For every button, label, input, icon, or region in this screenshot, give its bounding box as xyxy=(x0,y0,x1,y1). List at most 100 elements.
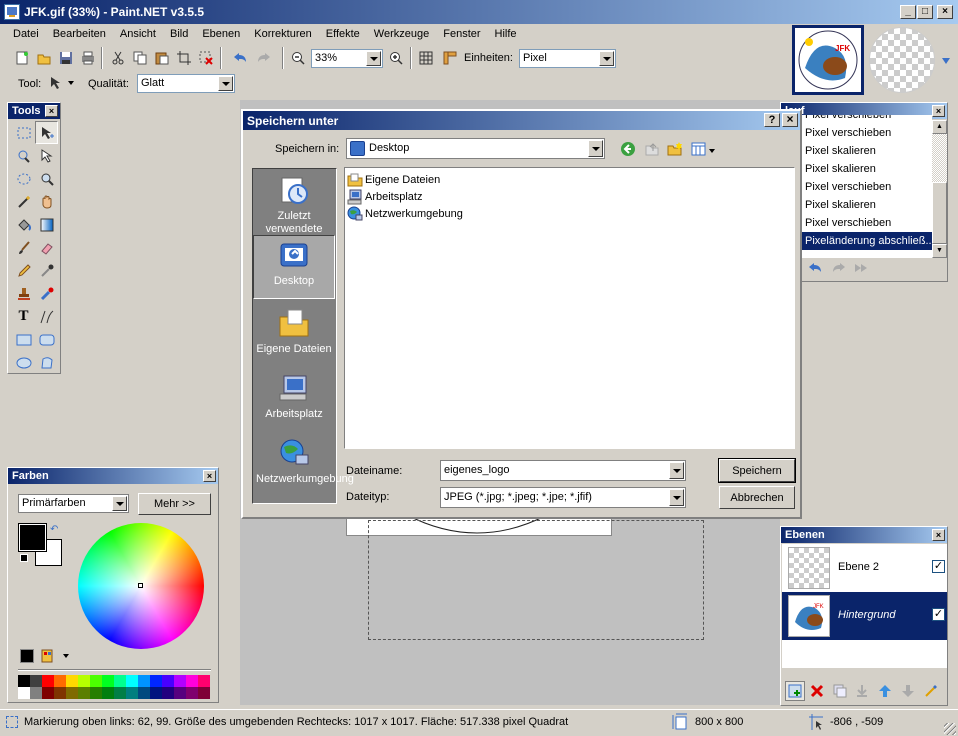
palette-swatch[interactable] xyxy=(186,675,198,687)
palette-swatch[interactable] xyxy=(90,687,102,699)
paint-bucket-tool-icon[interactable] xyxy=(12,213,35,236)
palette-swatch[interactable] xyxy=(138,675,150,687)
layer-row-ebene-2[interactable]: Ebene 2 ✓ xyxy=(782,544,947,592)
redo-icon[interactable] xyxy=(256,50,272,66)
palette-dropdown-icon[interactable] xyxy=(63,654,69,658)
back-icon[interactable] xyxy=(620,141,636,157)
open-file-icon[interactable] xyxy=(36,50,52,66)
history-item[interactable]: Pixel verschieben xyxy=(802,124,932,142)
layer-visibility-checkbox[interactable]: ✓ xyxy=(932,560,945,573)
color-mode-select[interactable]: Primärfarben xyxy=(18,494,129,513)
palette-swatch[interactable] xyxy=(18,687,30,699)
palette-swatch[interactable] xyxy=(198,687,210,699)
menu-hilfe[interactable]: Hilfe xyxy=(488,28,524,44)
palette-swatch[interactable] xyxy=(42,687,54,699)
rectangle-tool-icon[interactable] xyxy=(12,328,35,351)
palette-swatch[interactable] xyxy=(42,675,54,687)
eraser-tool-icon[interactable] xyxy=(35,236,58,259)
history-list[interactable]: Pixel verschieben Pixel verschieben Pixe… xyxy=(802,115,932,258)
palette-swatch[interactable] xyxy=(174,675,186,687)
history-item[interactable]: Pixel verschieben xyxy=(802,178,932,196)
menu-korrekturen[interactable]: Korrekturen xyxy=(247,28,318,44)
palette-swatch[interactable] xyxy=(162,675,174,687)
freeform-shape-tool-icon[interactable] xyxy=(35,351,58,374)
move-layer-down-icon[interactable] xyxy=(900,683,916,699)
palette-swatch[interactable] xyxy=(90,675,102,687)
tools-panel-close-button[interactable]: × xyxy=(45,105,58,117)
history-item[interactable]: Pixel skalieren xyxy=(802,160,932,178)
palette-swatch[interactable] xyxy=(18,675,30,687)
menu-ebenen[interactable]: Ebenen xyxy=(195,28,247,44)
palette-swatch[interactable] xyxy=(78,687,90,699)
move-layer-up-icon[interactable] xyxy=(877,683,893,699)
paintbrush-tool-icon[interactable] xyxy=(12,236,35,259)
add-color-icon[interactable] xyxy=(20,649,34,663)
move-tool-icon[interactable] xyxy=(48,75,64,91)
image-thumbnail-active[interactable]: JFK xyxy=(792,25,864,95)
history-panel-close-button[interactable]: × xyxy=(932,105,945,117)
palette-swatch[interactable] xyxy=(150,687,162,699)
palette-swatch[interactable] xyxy=(30,687,42,699)
recolor-tool-icon[interactable] xyxy=(35,282,58,305)
palette-swatch[interactable] xyxy=(186,687,198,699)
layer-row-hintergrund[interactable]: JFK Hintergrund ✓ xyxy=(782,592,947,640)
palette-swatch[interactable] xyxy=(126,675,138,687)
maximize-button[interactable]: □ xyxy=(917,5,933,19)
title-bar[interactable]: JFK.gif (33%) - Paint.NET v3.5.5 _ □ × xyxy=(0,0,958,24)
filename-input[interactable]: eigenes_logo xyxy=(440,460,686,481)
duplicate-layer-icon[interactable] xyxy=(832,683,848,699)
history-redo-all-icon[interactable] xyxy=(853,260,869,276)
save-icon[interactable] xyxy=(58,50,74,66)
palette-swatch[interactable] xyxy=(78,675,90,687)
image-thumbnail-inactive[interactable] xyxy=(869,27,935,93)
line-curve-tool-icon[interactable] xyxy=(35,305,58,328)
place-network[interactable]: Netzwerkumgebung xyxy=(253,434,354,504)
chevron-down-icon[interactable] xyxy=(68,81,74,85)
ellipse-tool-icon[interactable] xyxy=(12,351,35,374)
zoom-tool-icon[interactable] xyxy=(35,167,58,190)
palette-swatch[interactable] xyxy=(174,687,186,699)
delete-layer-icon[interactable] xyxy=(809,683,825,699)
menu-bearbeiten[interactable]: Bearbeiten xyxy=(46,28,113,44)
menu-datei[interactable]: Datei xyxy=(6,28,46,44)
palette-swatch[interactable] xyxy=(66,675,78,687)
palette-swatch[interactable] xyxy=(66,687,78,699)
more-colors-button[interactable]: Mehr >> xyxy=(138,493,211,515)
place-desktop[interactable]: Desktop xyxy=(253,235,335,299)
history-item[interactable]: Pixel verschieben xyxy=(802,214,932,232)
minimize-button[interactable]: _ xyxy=(900,5,916,19)
new-folder-icon[interactable] xyxy=(667,141,683,157)
lasso-tool-icon[interactable] xyxy=(12,144,35,167)
palette-swatch[interactable] xyxy=(198,675,210,687)
palette-swatch[interactable] xyxy=(54,687,66,699)
pencil-tool-icon[interactable] xyxy=(12,259,35,282)
palette-swatch[interactable] xyxy=(54,675,66,687)
menu-fenster[interactable]: Fenster xyxy=(436,28,487,44)
text-tool-icon[interactable]: T xyxy=(12,305,35,328)
move-selection-tool-icon[interactable] xyxy=(35,121,58,144)
pan-tool-icon[interactable] xyxy=(35,190,58,213)
zoom-select[interactable]: 33% xyxy=(311,49,383,68)
copy-icon[interactable] xyxy=(132,50,148,66)
zoom-in-icon[interactable] xyxy=(388,50,404,66)
add-layer-icon[interactable] xyxy=(785,681,805,701)
dialog-close-button[interactable]: × xyxy=(782,113,798,127)
zoom-out-icon[interactable] xyxy=(290,50,306,66)
history-redo-icon[interactable] xyxy=(831,260,847,276)
menu-effekte[interactable]: Effekte xyxy=(319,28,367,44)
crop-icon[interactable] xyxy=(176,50,192,66)
dialog-title-bar[interactable]: Speichern unter ? × xyxy=(243,111,800,130)
move-pixels-tool-icon[interactable] xyxy=(35,144,58,167)
layer-properties-icon[interactable] xyxy=(923,683,939,699)
menu-werkzeuge[interactable]: Werkzeuge xyxy=(367,28,436,44)
ellipse-select-tool-icon[interactable] xyxy=(12,167,35,190)
file-list[interactable]: Eigene Dateien Arbeitsplatz Netzwerkumge… xyxy=(344,167,795,449)
filetype-select[interactable]: JPEG (*.jpg; *.jpeg; *.jpe; *.jfif) xyxy=(440,487,686,508)
palette-swatch[interactable] xyxy=(114,675,126,687)
deselect-icon[interactable] xyxy=(198,50,214,66)
history-scrollbar[interactable]: ▲ ▼ xyxy=(932,120,947,258)
file-item-network[interactable]: Netzwerkumgebung xyxy=(347,205,463,222)
history-item[interactable]: Pixel skalieren xyxy=(802,142,932,160)
grid-icon[interactable] xyxy=(418,50,434,66)
palette-swatch[interactable] xyxy=(126,687,138,699)
